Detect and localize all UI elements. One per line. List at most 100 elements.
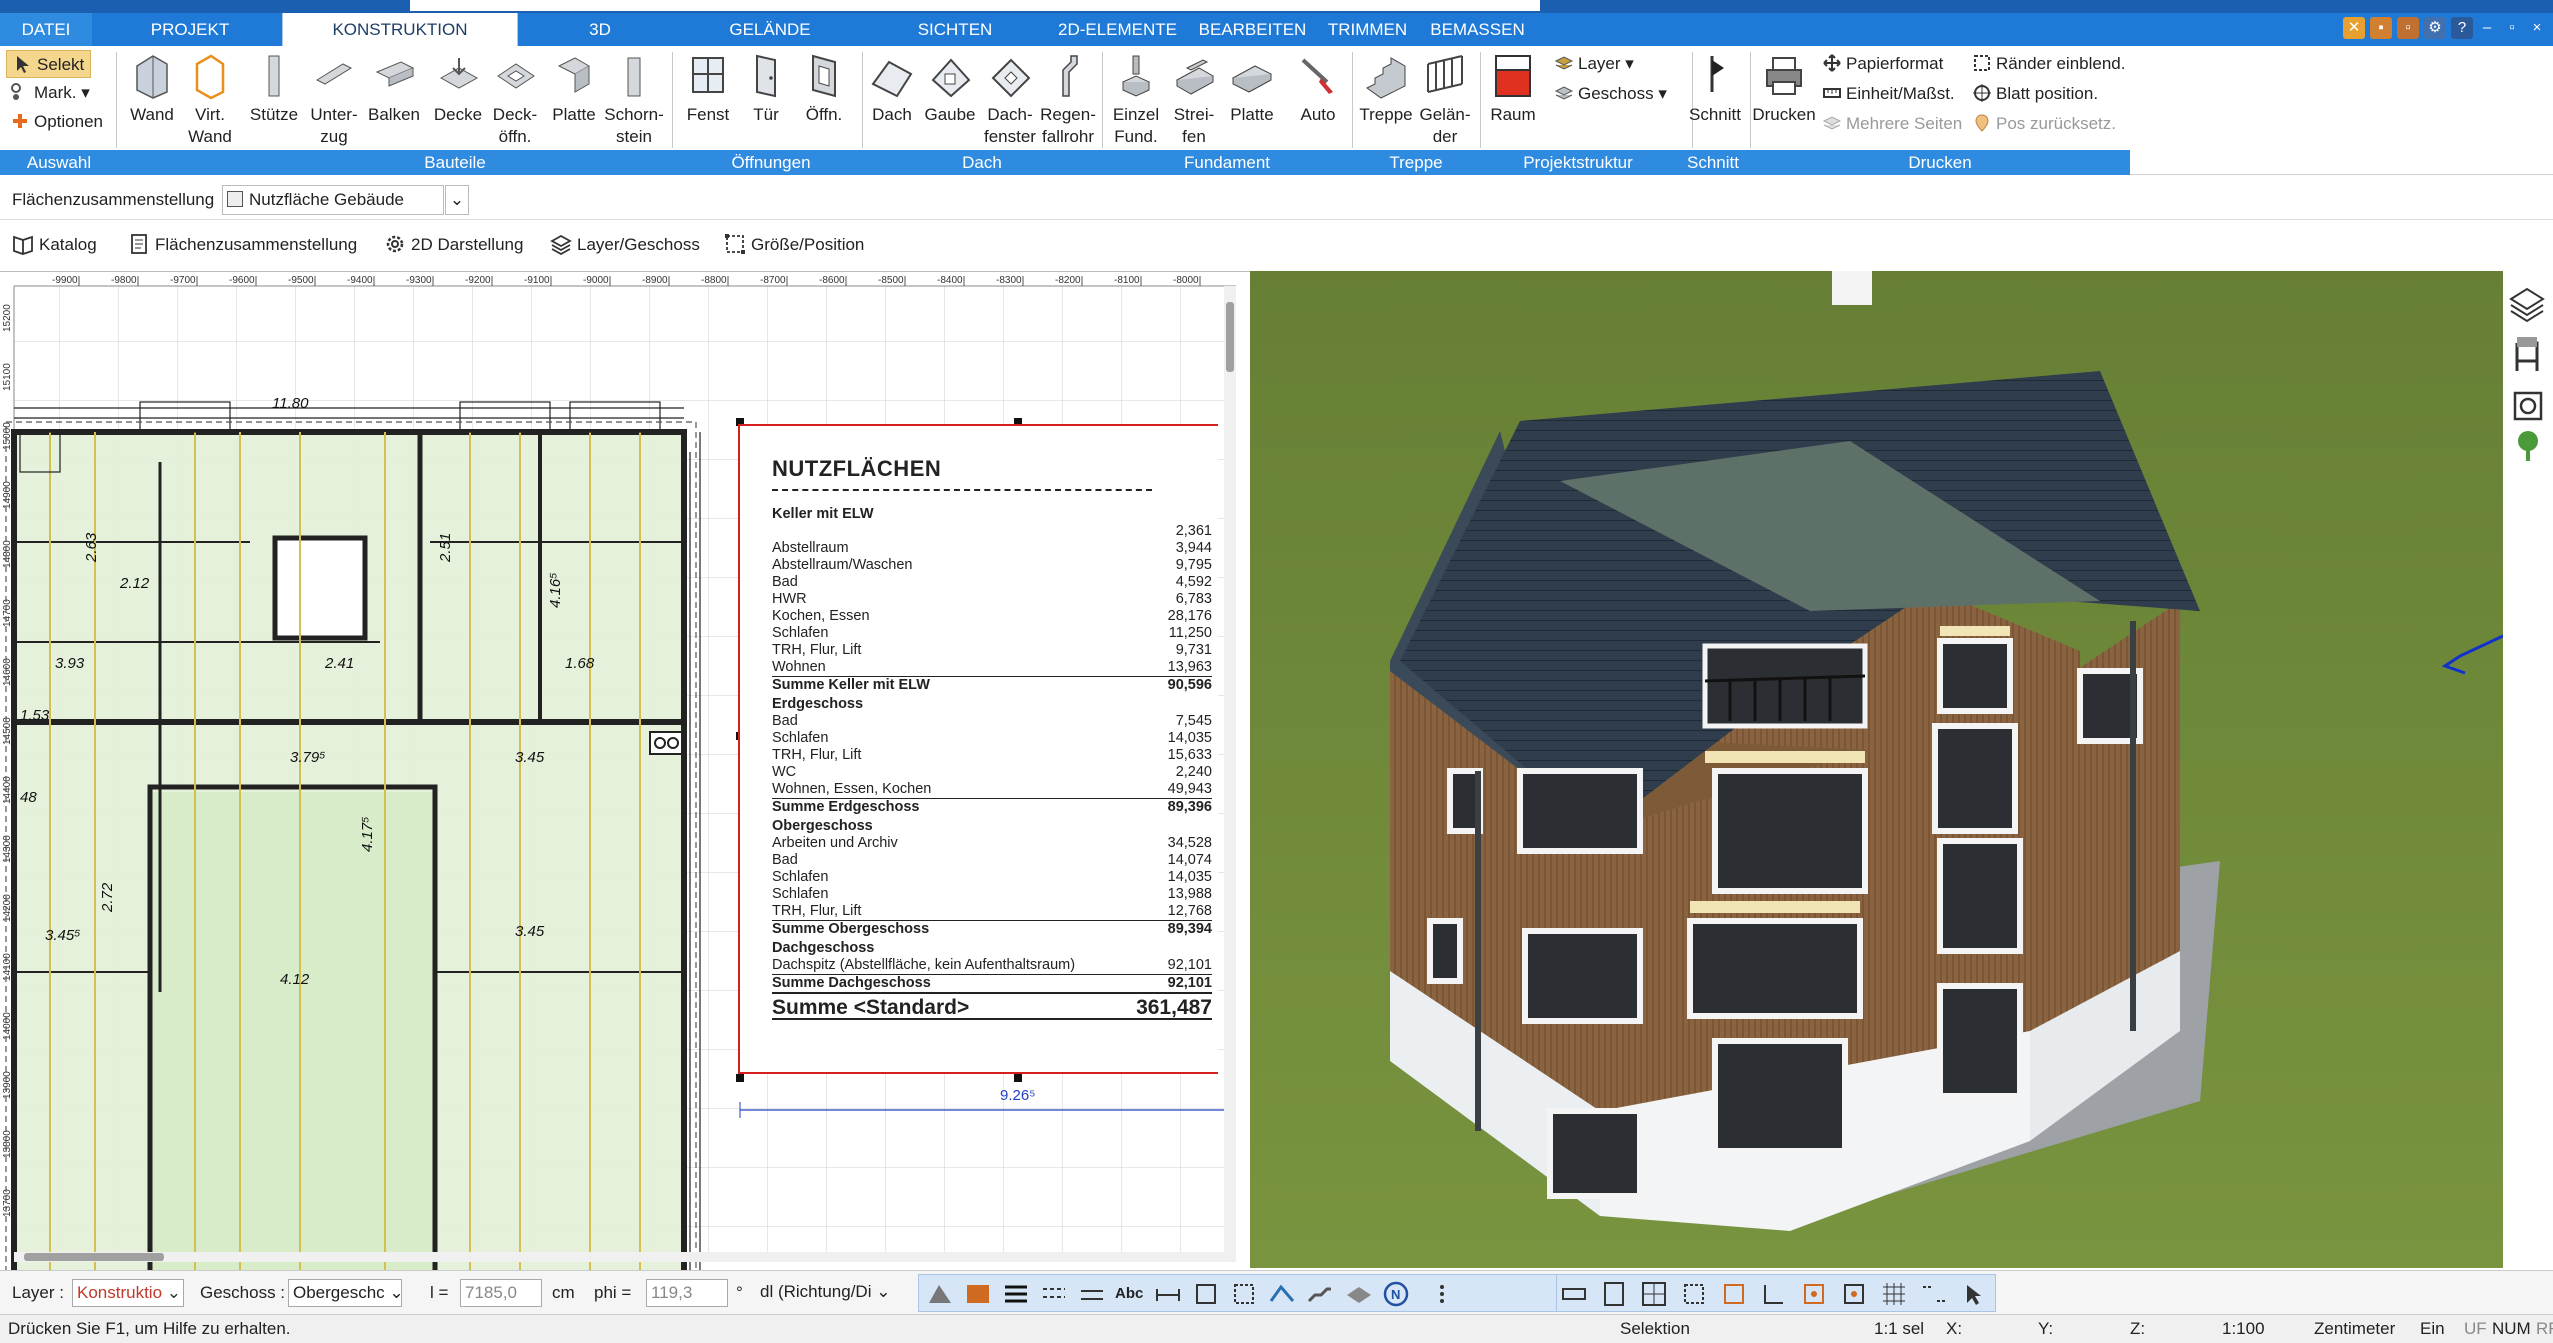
mehrere-seiten-button[interactable]: Mehrere Seiten xyxy=(1822,110,1962,138)
area-type-dropdown[interactable]: Nutzfläche Gebäude ⌄ xyxy=(222,185,469,215)
dl-select[interactable]: dl (Richtung/Di ⌄ xyxy=(756,1279,904,1307)
fundamentplatte-button[interactable]: Platte xyxy=(1224,52,1280,162)
window-icon[interactable]: ▫ xyxy=(2397,17,2419,39)
tab-bearbeiten[interactable]: BEARBEITEN xyxy=(1195,13,1310,46)
length-input[interactable]: 7185,0 xyxy=(460,1279,542,1307)
gaube-button[interactable]: Gaube xyxy=(922,52,978,162)
settings-icon[interactable]: ⚙ xyxy=(2424,17,2446,39)
view-8-icon[interactable] xyxy=(1839,1279,1869,1309)
einzelfundament-button[interactable]: Einzel Fund. xyxy=(1108,52,1164,162)
tab-3d[interactable]: 3D xyxy=(560,13,640,46)
close-icon[interactable]: × xyxy=(2526,17,2548,39)
selekt-button[interactable]: Selekt xyxy=(6,50,92,78)
fenster-button[interactable]: Fenst xyxy=(680,52,736,162)
chair-icon[interactable] xyxy=(2515,337,2539,371)
view-4-icon[interactable] xyxy=(1679,1279,1709,1309)
snap-icon[interactable] xyxy=(1919,1279,1949,1309)
geschoss-select[interactable]: Obergeschc ⌄ xyxy=(288,1279,402,1307)
roof-view-icon[interactable] xyxy=(1267,1279,1297,1309)
drucken-button[interactable]: Drucken xyxy=(1752,52,1816,162)
tree-icon[interactable] xyxy=(2518,431,2538,461)
tab-projekt[interactable]: PROJEKT xyxy=(110,13,270,46)
tuer-button[interactable]: Tür xyxy=(738,52,794,162)
wand-button[interactable]: Wand xyxy=(124,52,180,162)
unterzug-button[interactable]: Unter-zug xyxy=(304,52,364,162)
tab-sichten[interactable]: SICHTEN xyxy=(880,13,1030,46)
tab-bemassen[interactable]: BEMASSEN xyxy=(1425,13,1530,46)
dachfenster-button[interactable]: Dach-fenster xyxy=(980,52,1040,162)
restore-icon[interactable]: ▫ xyxy=(2501,17,2523,39)
pos-zuruecksetzen-button[interactable]: Pos zurücksetz. xyxy=(1972,110,2116,138)
view-7-icon[interactable] xyxy=(1799,1279,1829,1309)
cursor-snap-icon[interactable] xyxy=(1959,1279,1989,1309)
dach-button[interactable]: Dach xyxy=(864,52,920,162)
view-6-icon[interactable] xyxy=(1759,1279,1789,1309)
layers-icon[interactable] xyxy=(2509,287,2545,323)
raum-button[interactable]: Raum xyxy=(1484,52,1542,162)
dimension-icon[interactable] xyxy=(1153,1279,1183,1309)
katalog-button[interactable]: Katalog xyxy=(6,228,97,262)
decke-button[interactable]: Decke xyxy=(430,52,486,162)
layer-dropdown[interactable]: Layer ▾ xyxy=(1554,50,1634,78)
tools-icon[interactable]: ✕ xyxy=(2343,17,2365,39)
chevron-down-icon[interactable]: ⌄ xyxy=(445,185,469,215)
tab-trimmen[interactable]: TRIMMEN xyxy=(1320,13,1415,46)
tab-2d-elemente[interactable]: 2D-ELEMENTE xyxy=(1055,13,1180,46)
flaechenzusammenstellung-button[interactable]: Flächenzusammenstellung xyxy=(122,228,357,262)
oeffnung-button[interactable]: Öffn. xyxy=(796,52,852,162)
regenfallrohr-button[interactable]: Regen-fallrohr xyxy=(1038,52,1098,162)
gelaender-button[interactable]: Gelän-der xyxy=(1416,52,1474,162)
floor-plan-view[interactable]: -9900 -9800 -9700 -9600 -9500 -9400 -9300 -9200… xyxy=(0,271,1250,1271)
north-icon[interactable]: N xyxy=(1381,1279,1411,1309)
einheit-button[interactable]: Einheit/Maßst. xyxy=(1822,80,1955,108)
zoom-fit-icon[interactable] xyxy=(2513,391,2543,421)
virt-wand-button[interactable]: Virt. Wand xyxy=(184,52,236,162)
deckoeffnung-button[interactable]: Deck-öffn. xyxy=(486,52,544,162)
line-weight-icon[interactable] xyxy=(1001,1279,1031,1309)
schornstein-button[interactable]: Schorn-stein xyxy=(602,52,666,162)
frame-icon[interactable] xyxy=(1191,1279,1221,1309)
streifenfundament-button[interactable]: Strei-fen xyxy=(1166,52,1222,162)
auto-button[interactable]: Auto xyxy=(1290,52,1346,162)
tab-gelaende[interactable]: GELÄNDE xyxy=(700,13,840,46)
more-icon[interactable] xyxy=(1427,1279,1457,1309)
geschoss-dropdown[interactable]: Geschoss ▾ xyxy=(1554,80,1667,108)
balken-button[interactable]: Balken xyxy=(364,52,424,162)
blatt-position-button[interactable]: Blatt position. xyxy=(1972,80,2098,108)
text-abc-icon[interactable]: Abc xyxy=(1115,1279,1145,1309)
dimension-style-icon[interactable] xyxy=(1077,1279,1107,1309)
pattern-icon[interactable] xyxy=(963,1279,993,1309)
view-2-icon[interactable] xyxy=(1599,1279,1629,1309)
3d-house-render[interactable] xyxy=(1250,271,2503,1268)
phi-input[interactable]: 119,3 xyxy=(646,1279,728,1307)
layer-geschoss-button[interactable]: Layer/Geschoss xyxy=(544,228,700,262)
groesse-position-button[interactable]: Größe/Position xyxy=(718,228,864,262)
nutzflaechen-table[interactable]: NUTZFLÄCHEN Keller mit ELW 2,361 Abstellra… xyxy=(738,424,1218,1074)
mark-button[interactable]: Mark. ▾ xyxy=(10,79,90,107)
fill-icon[interactable] xyxy=(925,1279,955,1309)
stuetze-button[interactable]: Stütze xyxy=(246,52,302,162)
tab-konstruktion[interactable]: KONSTRUKTION xyxy=(282,13,518,46)
papierformat-button[interactable]: Papierformat xyxy=(1822,50,1943,78)
minimize-icon[interactable]: – xyxy=(2476,17,2498,39)
optionen-button[interactable]: Optionen xyxy=(10,108,103,136)
tab-datei[interactable]: DATEI xyxy=(0,13,92,46)
view-5-icon[interactable] xyxy=(1719,1279,1749,1309)
plane-view-icon[interactable] xyxy=(1343,1279,1373,1309)
3d-view[interactable] xyxy=(1250,271,2503,1268)
view-1-icon[interactable] xyxy=(1559,1279,1589,1309)
raender-button[interactable]: Ränder einblend. xyxy=(1972,50,2125,78)
layout-icon[interactable]: ▪ xyxy=(2370,17,2392,39)
help-icon[interactable]: ? xyxy=(2451,17,2473,39)
2d-darstellung-button[interactable]: 2D Darstellung xyxy=(378,228,523,262)
schnitt-button[interactable]: Schnitt xyxy=(1680,52,1750,162)
platte-button[interactable]: Platte xyxy=(546,52,602,162)
stairs-view-icon[interactable] xyxy=(1305,1279,1335,1309)
area-row: Wohnen 13,963 xyxy=(772,659,1212,676)
layer-select[interactable]: Konstruktio ⌄ xyxy=(72,1279,184,1307)
select-frame-icon[interactable] xyxy=(1229,1279,1259,1309)
line-style-icon[interactable] xyxy=(1039,1279,1069,1309)
grid-icon[interactable] xyxy=(1879,1279,1909,1309)
view-3-icon[interactable] xyxy=(1639,1279,1669,1309)
treppe-button[interactable]: Treppe xyxy=(1356,52,1416,162)
